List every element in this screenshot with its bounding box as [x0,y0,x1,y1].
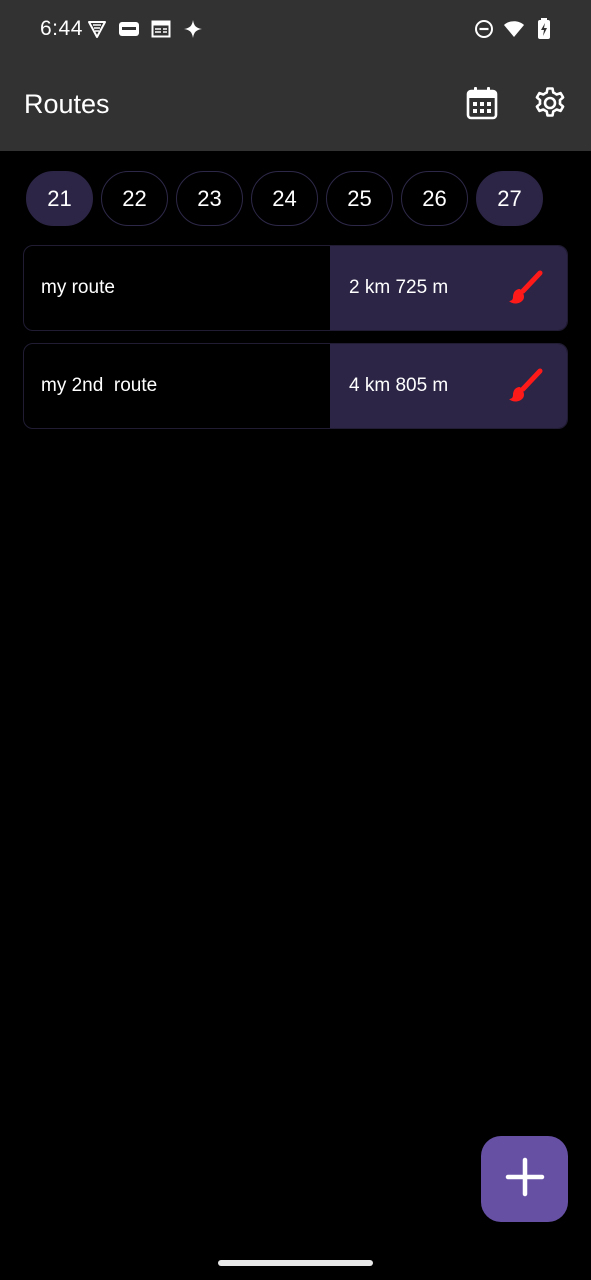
day-chip-21[interactable]: 21 [26,171,93,226]
battery-charging-icon [533,18,555,40]
app-bar: Routes [0,60,591,151]
calendar-button[interactable] [464,86,500,124]
vpn-shield-icon [86,18,108,40]
day-chip-24[interactable]: 24 [251,171,318,226]
gear-icon [533,86,567,125]
status-right-icons [465,18,555,40]
home-indicator[interactable] [218,1260,373,1266]
route-distance-panel: 4 km 805 m [330,344,567,428]
route-distance: 4 km 805 m [349,375,449,396]
day-chip-27[interactable]: 27 [476,171,543,226]
comfy-app-icon [118,18,140,40]
settings-button[interactable] [532,86,568,124]
add-route-button[interactable] [481,1136,568,1222]
day-chip-25[interactable]: 25 [326,171,393,226]
day-selector: 21 22 23 24 25 26 27 [26,171,551,226]
paintbrush-icon [507,269,545,312]
status-time: 6:44 [40,17,83,40]
route-distance: 2 km 725 m [349,277,449,298]
edit-route-button[interactable] [506,368,546,408]
route-card[interactable]: my route 2 km 725 m [23,245,568,331]
plus-icon [505,1157,545,1202]
route-name: my route [41,277,115,298]
status-left-icons [86,18,214,40]
calendar-icon [466,86,498,125]
day-chip-26[interactable]: 26 [401,171,468,226]
status-bar: 6:44 [0,0,591,60]
wifi-icon [503,18,525,40]
sparkle-icon [182,18,204,40]
day-chip-22[interactable]: 22 [101,171,168,226]
route-card[interactable]: my 2nd route 4 km 805 m [23,343,568,429]
paintbrush-icon [507,367,545,410]
route-name: my 2nd route [41,375,158,396]
route-distance-panel: 2 km 725 m [330,246,567,330]
edit-route-button[interactable] [506,270,546,310]
browser-window-icon [150,18,172,40]
do-not-disturb-icon [473,18,495,40]
page-title: Routes [24,89,110,119]
day-chip-23[interactable]: 23 [176,171,243,226]
